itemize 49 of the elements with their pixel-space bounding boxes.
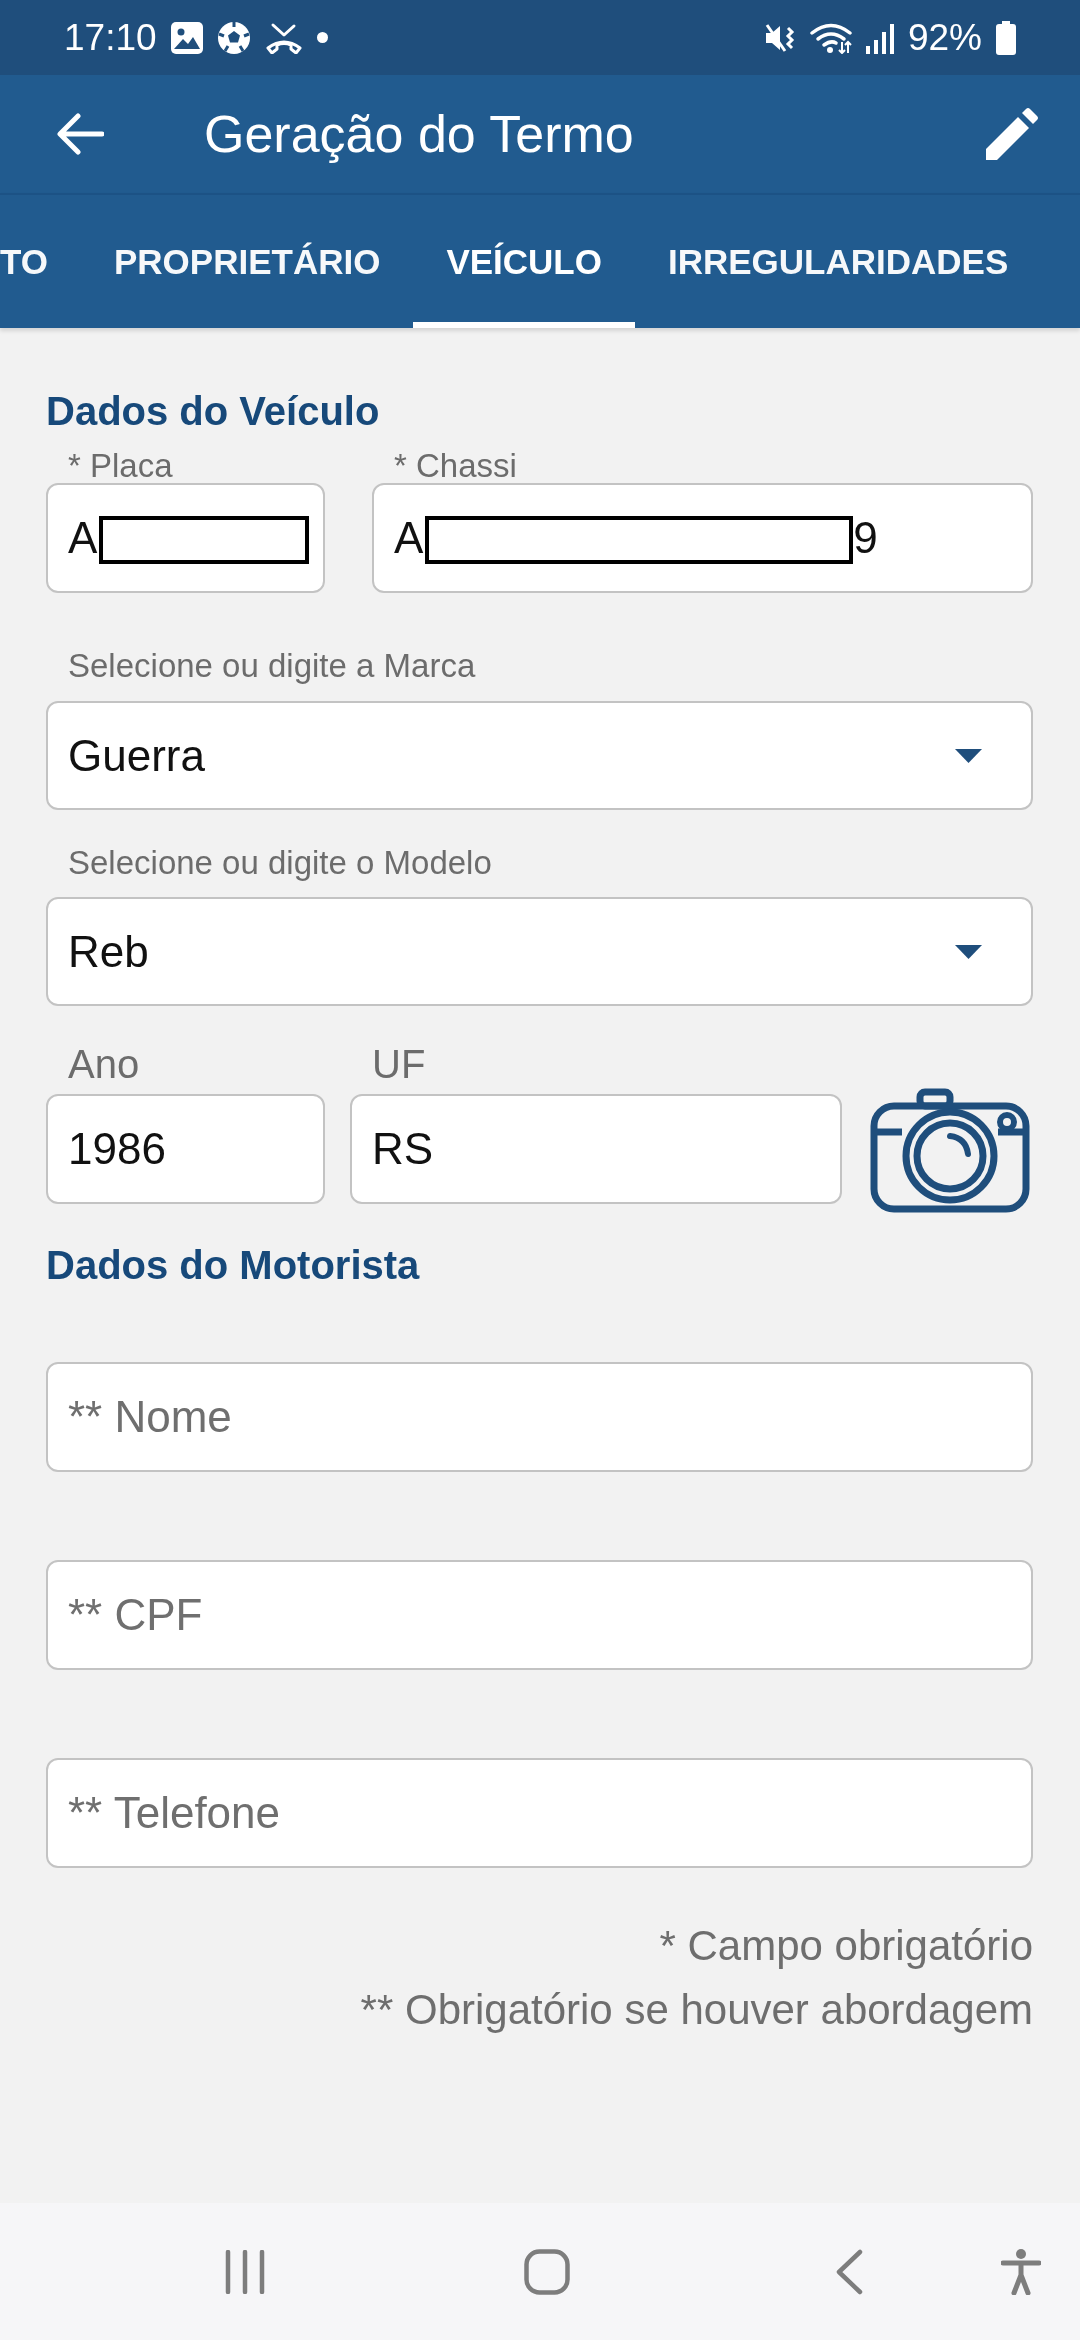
model-dropdown[interactable]: Reb bbox=[46, 897, 1033, 1006]
year-field[interactable]: 1986 bbox=[46, 1094, 325, 1204]
camera-icon bbox=[870, 1088, 1030, 1213]
section-heading: Dados do Veículo bbox=[46, 388, 381, 435]
status-time: 17:10 bbox=[64, 15, 157, 60]
field-label: Ano bbox=[67, 1042, 141, 1086]
gallery-icon bbox=[170, 21, 203, 54]
text-field[interactable]: ** Telefone bbox=[46, 1758, 1033, 1868]
recents-button[interactable] bbox=[225, 2249, 265, 2294]
edit-button[interactable] bbox=[986, 108, 1038, 160]
chassis-field[interactable]: A 9 bbox=[372, 483, 1033, 593]
back-nav-button[interactable] bbox=[835, 2248, 863, 2295]
dropdown-caret-icon bbox=[955, 748, 982, 763]
soccer-ball-icon bbox=[216, 20, 251, 55]
field-label: Selecione ou digite a Marca bbox=[67, 648, 477, 683]
dropdown-caret-icon bbox=[955, 944, 982, 959]
signal-icon bbox=[865, 21, 894, 54]
battery-icon bbox=[996, 20, 1016, 55]
text-field[interactable]: ** CPF bbox=[46, 1560, 1033, 1670]
back-chevron-icon bbox=[835, 2248, 863, 2295]
field-label: * Placa bbox=[67, 448, 174, 483]
tab[interactable]: IRREGULARIDADES bbox=[635, 195, 1042, 328]
plate-field[interactable]: A bbox=[46, 483, 325, 593]
tab[interactable]: TO bbox=[0, 195, 81, 328]
accessibility-icon bbox=[1001, 2248, 1041, 2295]
dot-icon bbox=[316, 32, 328, 43]
wifi-icon bbox=[809, 21, 852, 54]
battery-percentage: 92% bbox=[907, 15, 982, 60]
screen-title: Geração do Termo bbox=[204, 104, 634, 164]
back-button[interactable] bbox=[56, 113, 104, 155]
field-label: Selecione ou digite o Modelo bbox=[67, 845, 493, 880]
home-button[interactable] bbox=[524, 2248, 570, 2295]
field-label: UF bbox=[371, 1042, 427, 1086]
tab[interactable]: PROPRIETÁRIO bbox=[81, 195, 414, 328]
recents-icon bbox=[225, 2249, 265, 2294]
camera-button[interactable] bbox=[870, 1088, 1030, 1213]
missed-call-icon bbox=[264, 21, 303, 54]
footnote: ** Obrigatório se houver abordagem bbox=[360, 1985, 1033, 2035]
section-heading: Dados do Motorista bbox=[46, 1242, 421, 1289]
text-field[interactable]: ** Nome bbox=[46, 1362, 1033, 1472]
home-icon bbox=[524, 2248, 570, 2295]
tab[interactable]: VEÍCULO bbox=[413, 195, 635, 328]
back-arrow-icon bbox=[56, 113, 104, 155]
footnote: * Campo obrigatório bbox=[659, 1921, 1033, 1971]
pencil-icon bbox=[986, 108, 1038, 160]
brand-dropdown[interactable]: Guerra bbox=[46, 701, 1033, 810]
state-field[interactable]: RS bbox=[350, 1094, 842, 1204]
accessibility-button[interactable] bbox=[1001, 2248, 1041, 2295]
field-label: * Chassi bbox=[393, 448, 518, 483]
